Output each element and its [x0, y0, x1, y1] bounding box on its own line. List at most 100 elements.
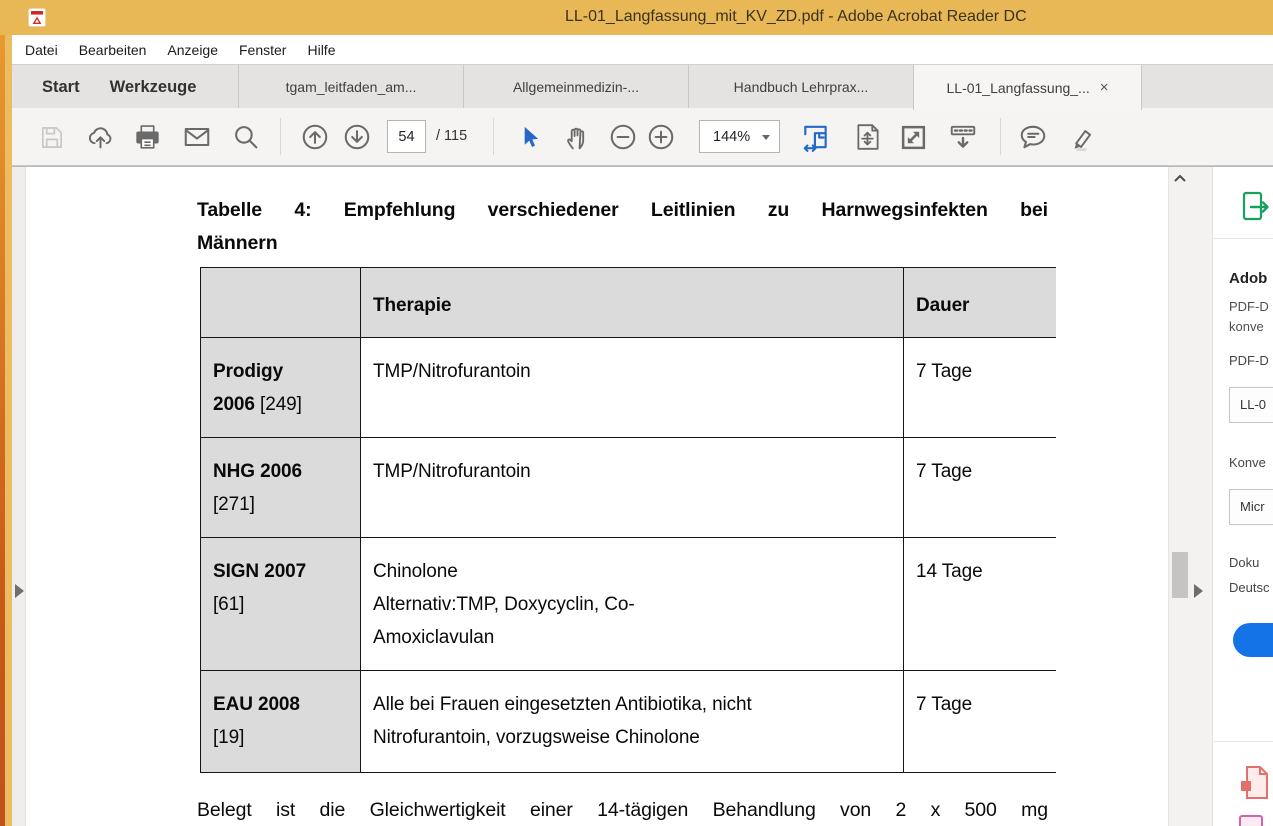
vertical-scrollbar[interactable]	[1168, 167, 1190, 826]
cursor-icon	[516, 124, 543, 151]
convert-button[interactable]	[1233, 623, 1273, 657]
zoom-out-button[interactable]	[608, 122, 638, 152]
menu-item-anzeige[interactable]: Anzeige	[167, 42, 218, 58]
tab-close-icon[interactable]: ×	[1100, 79, 1109, 96]
search-icon	[232, 123, 261, 152]
window-border-strip	[5, 35, 12, 826]
navigation-pane-strip	[12, 167, 26, 826]
save-button[interactable]	[36, 122, 66, 152]
create-pdf-icon[interactable]	[1239, 765, 1271, 801]
table-header-empty	[201, 268, 361, 338]
acrobat-window: LL-01_Langfassung_mit_KV_ZD.pdf - Adobe …	[0, 0, 1273, 826]
menu-item-fenster[interactable]: Fenster	[239, 42, 286, 58]
nav-tabs: Start Werkzeuge	[42, 65, 196, 109]
tools-panel: Adob PDF-D konve PDF-D LL-0 Konve Micr D…	[1212, 167, 1273, 826]
tab-bar: Start Werkzeuge tgam_leitfaden_am... All…	[12, 64, 1273, 108]
page-number-input[interactable]	[387, 120, 426, 153]
tab-start[interactable]: Start	[42, 78, 80, 97]
menu-item-hilfe[interactable]: Hilfe	[307, 42, 335, 58]
save-icon	[38, 124, 65, 151]
export-pdf-icon[interactable]	[1241, 191, 1271, 223]
document-tab-2[interactable]: Allgemeinmedizin-...	[463, 65, 688, 109]
hide-toolbar-icon	[948, 122, 978, 153]
document-tab-3[interactable]: Handbuch Lehrprax...	[688, 65, 913, 109]
document-language-value[interactable]: Deutsc	[1229, 580, 1269, 595]
source-name: SIGN 2007	[213, 561, 306, 582]
fullscreen-button[interactable]	[898, 122, 928, 152]
title-bar: LL-01_Langfassung_mit_KV_ZD.pdf - Adobe …	[0, 0, 1273, 35]
chevron-down-icon	[762, 135, 770, 140]
comment-bubble-icon	[1018, 122, 1048, 152]
document-tab-label: Handbuch Lehrprax...	[734, 79, 869, 95]
table-row-source: Prodigy 2006 [249]	[201, 338, 361, 438]
menu-bar: Datei Bearbeiten Anzeige Fenster Hilfe	[12, 35, 1273, 64]
share-upload-button[interactable]	[85, 122, 115, 152]
fit-width-icon	[801, 122, 831, 153]
fit-width-button[interactable]	[801, 122, 831, 152]
source-ref: [61]	[213, 594, 244, 615]
source-year: 2006	[213, 394, 260, 415]
table-header-therapie: Therapie	[361, 268, 904, 338]
arrow-up-circle-icon	[300, 122, 330, 152]
tab-werkzeuge[interactable]: Werkzeuge	[110, 78, 197, 97]
source-ref: [271]	[213, 494, 255, 515]
document-tab-label: LL-01_Langfassung_...	[947, 80, 1090, 96]
select-file-label: PDF-D	[1229, 353, 1269, 368]
scroll-up-icon[interactable]	[1173, 173, 1187, 183]
table-cell-therapy: TMP/Nitrofurantoin	[361, 338, 904, 438]
toolbar-separator	[280, 118, 281, 155]
select-tool-button[interactable]	[514, 122, 544, 152]
document-tab-active[interactable]: LL-01_Langfassung_... ×	[913, 65, 1142, 110]
caption-line-1: Tabelle 4: Empfehlung verschiedener Leit…	[197, 194, 1048, 227]
format-select-box[interactable]: Micr	[1229, 489, 1273, 525]
document-language-label: Doku	[1229, 555, 1259, 570]
menu-item-bearbeiten[interactable]: Bearbeiten	[79, 42, 147, 58]
zoom-level-value: 144%	[713, 129, 750, 145]
plus-circle-icon	[646, 122, 676, 152]
envelope-icon	[182, 122, 212, 152]
caption-line-2: Männern	[197, 227, 1048, 260]
arrow-down-circle-icon	[342, 122, 372, 152]
previous-page-button[interactable]	[300, 122, 330, 152]
hand-icon	[563, 123, 592, 152]
source-name: NHG 2006	[213, 461, 302, 482]
table-row-source: SIGN 2007 [61]	[201, 538, 361, 671]
table-cell-duration: 14 Tage	[904, 538, 1056, 671]
pdf-paragraph: Belegt ist die Gleichwertigkeit einer 14…	[197, 794, 1048, 826]
cloud-upload-icon	[86, 123, 115, 152]
document-tab-1[interactable]: tgam_leitfaden_am...	[238, 65, 463, 109]
minus-circle-icon	[608, 122, 638, 152]
panel-divider	[1213, 741, 1273, 742]
toolbar-separator	[493, 118, 494, 155]
combine-files-icon[interactable]	[1239, 815, 1263, 826]
window-title: LL-01_Langfassung_mit_KV_ZD.pdf - Adobe …	[565, 8, 1027, 26]
search-button[interactable]	[231, 122, 261, 152]
page-total-label: / 115	[436, 128, 467, 144]
scrollbar-thumb[interactable]	[1172, 552, 1188, 598]
table-cell-therapy: Alle bei Frauen eingesetzten Antibiotika…	[361, 671, 904, 772]
zoom-level-dropdown[interactable]: 144%	[699, 120, 780, 153]
file-select-box[interactable]: LL-0	[1229, 387, 1273, 423]
toolbar-separator	[1000, 118, 1001, 155]
hand-tool-button[interactable]	[562, 122, 592, 152]
source-name: Prodigy	[213, 361, 283, 382]
zoom-in-button[interactable]	[646, 122, 676, 152]
table-cell-therapy: TMP/Nitrofurantoin	[361, 438, 904, 538]
table-cell-duration: 7 Tage	[904, 338, 1056, 438]
read-mode-button[interactable]	[948, 122, 978, 152]
collapse-tools-pane-icon[interactable]	[1194, 584, 1203, 598]
comment-button[interactable]	[1018, 122, 1048, 152]
print-button[interactable]	[132, 122, 162, 152]
table-cell-duration: 7 Tage	[904, 671, 1056, 772]
panel-divider	[1213, 238, 1273, 239]
email-button[interactable]	[182, 122, 212, 152]
panel-description: PDF-D konve	[1229, 297, 1269, 337]
next-page-button[interactable]	[342, 122, 372, 152]
panel-heading: Adob	[1229, 270, 1267, 287]
fit-page-button[interactable]	[853, 122, 883, 152]
table-row-source: NHG 2006 [271]	[201, 438, 361, 538]
open-navigation-pane-icon[interactable]	[15, 584, 24, 598]
source-ref: [19]	[213, 727, 244, 748]
menu-item-datei[interactable]: Datei	[25, 42, 58, 58]
highlight-button[interactable]	[1066, 122, 1096, 152]
